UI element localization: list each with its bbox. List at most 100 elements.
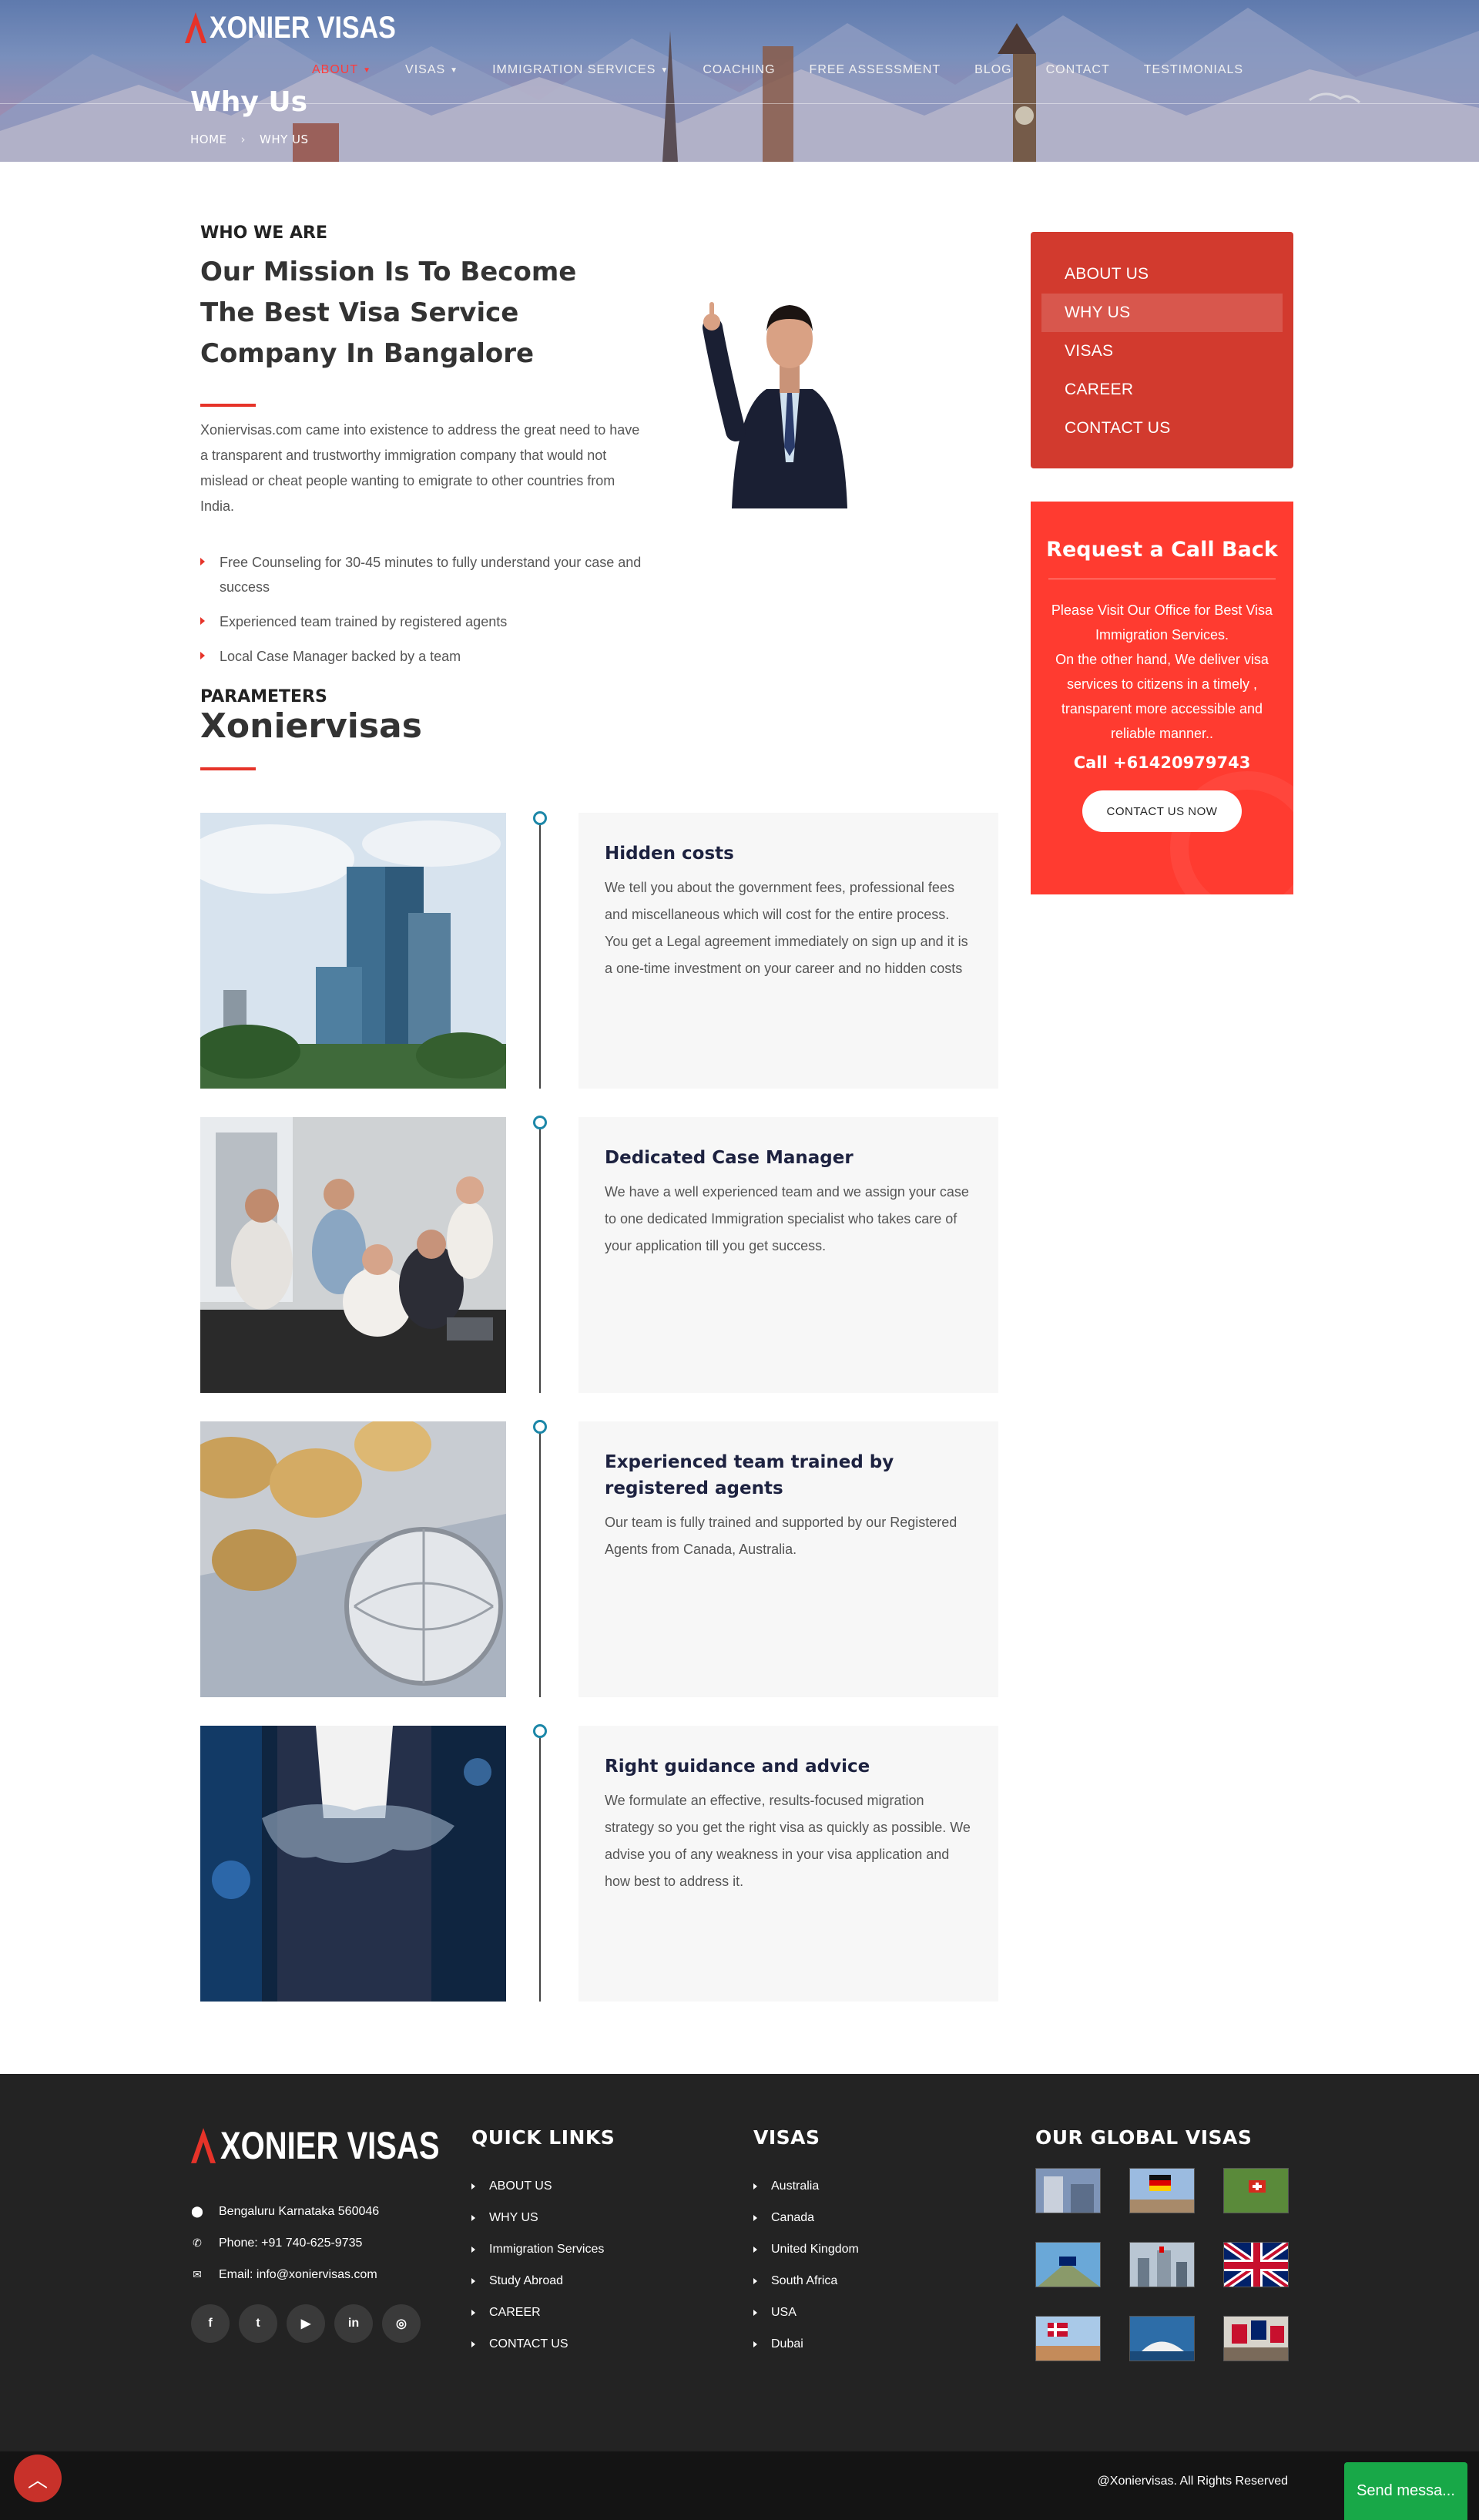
youtube-icon[interactable]: ▶ bbox=[287, 2304, 325, 2343]
parameter-item: Experienced team trained by registered a… bbox=[200, 1420, 998, 1697]
nav-item-contact[interactable]: CONTACT bbox=[1046, 63, 1110, 77]
gallery-thumbnail[interactable] bbox=[1129, 2316, 1195, 2361]
nav-label: ABOUT bbox=[312, 63, 359, 76]
breadcrumb-separator: › bbox=[240, 133, 246, 146]
social-links: f t ▶ in ◎ bbox=[191, 2304, 421, 2343]
sidebar-item-visas[interactable]: VISAS bbox=[1041, 332, 1283, 371]
parameter-item: Right guidance and advice We formulate a… bbox=[200, 1724, 998, 2002]
copyright-text: @Xoniervisas. All Rights Reserved bbox=[1097, 2475, 1288, 2488]
sidebar-item-contact-us[interactable]: CONTACT US bbox=[1041, 409, 1283, 448]
nav-item-about[interactable]: ABOUT ▼ bbox=[312, 63, 371, 77]
intro-paragraph: Xoniervisas.com came into existence to a… bbox=[200, 422, 640, 514]
team-meeting-image bbox=[200, 1117, 506, 1393]
sidebar-item-why-us[interactable]: WHY US bbox=[1041, 294, 1283, 332]
gallery-thumbnail[interactable] bbox=[1129, 2242, 1195, 2287]
parameter-card: Dedicated Case Manager We have a well ex… bbox=[579, 1117, 998, 1393]
main-nav: ABOUT ▼ VISAS ▼ IMMIGRATION SERVICES ▼ COAC… bbox=[312, 63, 1277, 77]
parameter-item: Dedicated Case Manager We have a well ex… bbox=[200, 1116, 998, 1393]
global-visas-heading: OUR GLOBAL VISAS bbox=[1035, 2126, 1253, 2149]
gallery-thumbnail[interactable] bbox=[1035, 2242, 1101, 2287]
footer-logo[interactable]: XONIER VISAS bbox=[191, 2126, 495, 2165]
footer-link[interactable]: CAREER bbox=[471, 2297, 615, 2328]
parameter-card: Right guidance and advice We formulate a… bbox=[579, 1726, 998, 2002]
feature-list: Free Counseling for 30-45 minutes to ful… bbox=[200, 550, 655, 669]
nav-label: TESTIMONIALS bbox=[1143, 63, 1244, 76]
sidebar-item-about-us[interactable]: ABOUT US bbox=[1041, 255, 1283, 294]
list-item: Experienced team trained by registered a… bbox=[200, 609, 655, 634]
parameters-eyebrow: PARAMETERS bbox=[200, 687, 327, 706]
nav-item-free-assessment[interactable]: FREE ASSESSMENT bbox=[810, 63, 941, 77]
gallery-thumbnail[interactable] bbox=[1223, 2316, 1289, 2361]
quick-links-heading: QUICK LINKS bbox=[471, 2126, 615, 2149]
sidebar-item-career[interactable]: CAREER bbox=[1041, 371, 1283, 409]
timeline-line bbox=[539, 1726, 541, 2002]
about-sidebar-menu: ABOUT US WHY US VISAS CAREER CONTACT US bbox=[1031, 232, 1293, 468]
nav-label: VISAS bbox=[405, 63, 446, 76]
send-message-button[interactable]: Send messa... bbox=[1344, 2462, 1467, 2520]
gallery-thumbnail[interactable] bbox=[1035, 2316, 1101, 2361]
gallery-thumbnail[interactable] bbox=[1223, 2242, 1289, 2287]
parameter-text: We tell you about the government fees, p… bbox=[605, 880, 968, 976]
footer-logo-wordmark: XONIER VISAS bbox=[220, 2124, 440, 2167]
chevron-down-icon: ▼ bbox=[660, 65, 669, 75]
callback-text: Please Visit Our Office for Best Visa Im… bbox=[1051, 602, 1273, 741]
request-callback-box: Request a Call Back Please Visit Our Off… bbox=[1031, 502, 1293, 894]
nav-item-testimonials[interactable]: TESTIMONIALS bbox=[1144, 63, 1243, 77]
footer-visa-link[interactable]: USA bbox=[753, 2297, 859, 2328]
instagram-icon[interactable]: ◎ bbox=[382, 2304, 421, 2343]
visas-heading: VISAS bbox=[753, 2126, 820, 2149]
nav-item-visas[interactable]: VISAS ▼ bbox=[405, 63, 458, 77]
office-buildings-image bbox=[200, 813, 506, 1089]
timeline-line bbox=[539, 1421, 541, 1697]
footer-visa-link[interactable]: Australia bbox=[753, 2170, 859, 2202]
footer-link[interactable]: Study Abroad bbox=[471, 2265, 615, 2297]
timeline-dot bbox=[533, 1420, 547, 1434]
copyright-bar: @Xoniervisas. All Rights Reserved bbox=[0, 2451, 1479, 2520]
gallery-thumbnail[interactable] bbox=[1129, 2168, 1195, 2213]
nav-item-immigration-services[interactable]: IMMIGRATION SERVICES ▼ bbox=[492, 63, 669, 77]
footer-email[interactable]: ✉ Email: info@xoniervisas.com bbox=[191, 2259, 379, 2290]
list-item: Free Counseling for 30-45 minutes to ful… bbox=[200, 550, 655, 599]
site-logo[interactable]: XONIER VISAS bbox=[185, 12, 429, 43]
breadcrumb-home[interactable]: HOME bbox=[190, 133, 227, 146]
nav-item-coaching[interactable]: COACHING bbox=[703, 63, 775, 77]
footer-link[interactable]: ABOUT US bbox=[471, 2170, 615, 2202]
footer-visa-link[interactable]: Dubai bbox=[753, 2328, 859, 2360]
facebook-icon[interactable]: f bbox=[191, 2304, 230, 2343]
timeline-dot bbox=[533, 1724, 547, 1738]
footer-visa-link[interactable]: Canada bbox=[753, 2202, 859, 2233]
footer-visa-link[interactable]: United Kingdom bbox=[753, 2233, 859, 2265]
footer-phone[interactable]: ✆ Phone: +91 740-625-9735 bbox=[191, 2227, 379, 2259]
parameter-title: Hidden costs bbox=[605, 844, 734, 864]
logo-chevron-icon bbox=[191, 2128, 216, 2163]
nav-label: COACHING bbox=[703, 63, 776, 76]
parameters-underline bbox=[200, 767, 256, 770]
twitter-icon[interactable]: t bbox=[239, 2304, 277, 2343]
linkedin-icon[interactable]: in bbox=[334, 2304, 373, 2343]
parameter-item: Hidden costs We tell you about the gover… bbox=[200, 811, 998, 1089]
footer-link[interactable]: CONTACT US bbox=[471, 2328, 615, 2360]
parameter-title: Experienced team trained by registered a… bbox=[605, 1452, 894, 1498]
footer-visas: VISAS Australia Canada United Kingdom So… bbox=[753, 2126, 859, 2360]
hero-header: XONIER VISAS ABOUT ▼ VISAS ▼ IMMIGRATION S… bbox=[0, 0, 1479, 162]
email-text: Email: info@xoniervisas.com bbox=[219, 2267, 377, 2281]
nav-label: BLOG bbox=[974, 63, 1012, 76]
nav-item-blog[interactable]: BLOG bbox=[974, 63, 1011, 77]
parameter-title: Right guidance and advice bbox=[605, 1757, 870, 1777]
callback-phone[interactable]: Call +61420979743 bbox=[1031, 753, 1293, 772]
page-title: Why Us bbox=[190, 86, 307, 118]
mission-heading: Our Mission Is To Become The Best Visa S… bbox=[200, 257, 577, 369]
timeline-dot bbox=[533, 811, 547, 825]
breadcrumb: HOME › WHY US bbox=[190, 133, 309, 146]
footer-link[interactable]: Immigration Services bbox=[471, 2233, 615, 2265]
gallery-thumbnail[interactable] bbox=[1035, 2168, 1101, 2213]
list-item: Local Case Manager backed by a team bbox=[200, 644, 655, 669]
timeline-line bbox=[539, 813, 541, 1089]
gallery-thumbnail[interactable] bbox=[1223, 2168, 1289, 2213]
footer-visa-link[interactable]: South Africa bbox=[753, 2265, 859, 2297]
footer-link[interactable]: WHY US bbox=[471, 2202, 615, 2233]
scroll-to-top-button[interactable]: ︿ bbox=[14, 2455, 62, 2502]
phone-text: Phone: +91 740-625-9735 bbox=[219, 2236, 363, 2250]
footer-global-visas: OUR GLOBAL VISAS bbox=[1035, 2126, 1252, 2149]
envelope-icon: ✉ bbox=[193, 2268, 202, 2280]
